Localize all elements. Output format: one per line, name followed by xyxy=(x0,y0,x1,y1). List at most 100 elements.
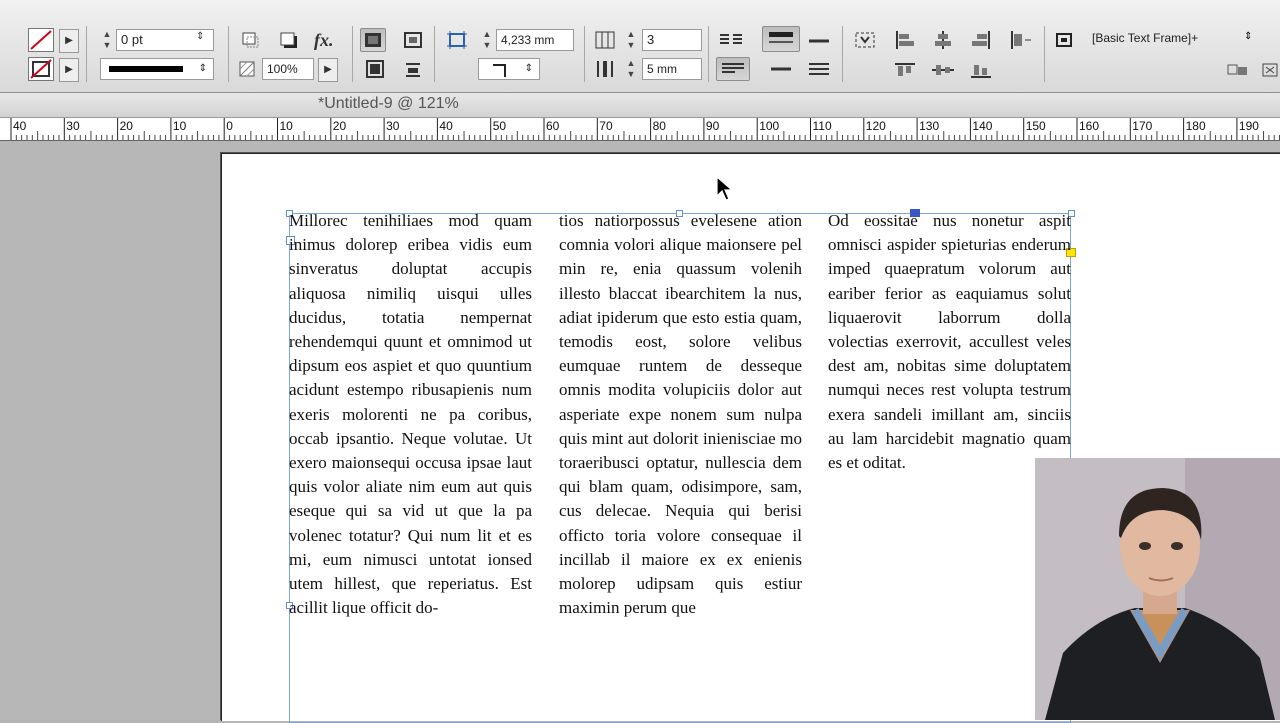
stroke-weight-stepper[interactable]: ▲ ▼ xyxy=(100,29,114,51)
ruler-label: 50 xyxy=(493,119,507,133)
column-gutter-field[interactable]: 5 mm xyxy=(642,58,702,80)
divider xyxy=(584,26,585,82)
ruler-label: 150 xyxy=(1026,119,1046,133)
align-bottom-edges-icon xyxy=(971,65,991,78)
corner-options-dropdown[interactable]: ⇕ xyxy=(478,58,540,80)
ruler-label: 40 xyxy=(13,119,27,133)
chevron-down-icon: ⇕ xyxy=(198,63,207,74)
distribute-button[interactable] xyxy=(1008,28,1034,52)
divider xyxy=(228,26,229,82)
columns-icon xyxy=(592,28,618,52)
object-style-dropdown[interactable]: [Basic Text Frame]+ ⇕ xyxy=(1084,28,1280,50)
balance-columns-button[interactable] xyxy=(718,28,744,52)
vertical-justify-justify-icon xyxy=(809,63,829,75)
shadow-icon xyxy=(280,32,297,48)
stroke-none-icon xyxy=(30,59,52,79)
object-style-value: [Basic Text Frame]+ xyxy=(1092,31,1199,45)
align-top-button[interactable] xyxy=(716,57,750,81)
text-frame-options-button[interactable] xyxy=(360,28,386,52)
clear-overrides-button[interactable] xyxy=(1226,60,1250,80)
align-middle-icon xyxy=(932,65,954,75)
align-left-edges-button[interactable] xyxy=(892,28,918,52)
ruler-label: 40 xyxy=(439,119,453,133)
ruler-label: 140 xyxy=(972,119,992,133)
align-right-icon xyxy=(972,31,990,49)
horizontal-ruler[interactable]: 40 30 20 10 0 10 20 30 40 50 60 70 80 90 100 110 120 130 1… xyxy=(0,118,1280,141)
control-panel: ▶ ▶ ▲▼ 0 pt ⇕ ⇕ fx. 100% ▶ ▲▼ 4,233 mm xyxy=(0,0,1280,93)
effects-button[interactable]: fx. xyxy=(314,30,334,51)
ruler-ticks: 40 30 20 10 0 10 20 30 40 50 60 70 80 90 100 110 120 130 1… xyxy=(10,118,1280,140)
select-content-button[interactable] xyxy=(852,28,878,52)
corner-icon xyxy=(493,64,506,77)
align-top-edges-button[interactable] xyxy=(892,58,918,82)
fill-menu-arrow[interactable]: ▶ xyxy=(59,29,79,53)
ruler-label: 10 xyxy=(173,119,187,133)
ruler-label: 60 xyxy=(546,119,560,133)
divider xyxy=(434,26,435,82)
divider xyxy=(708,26,709,82)
divider xyxy=(1044,26,1045,82)
align-bottom-edges-button[interactable] xyxy=(968,58,994,82)
panel-menu-icon xyxy=(1262,63,1278,77)
divider xyxy=(842,26,843,82)
ruler-label: 30 xyxy=(66,119,80,133)
text-column-2: tios natiorpossus evelesene ation comnia… xyxy=(559,211,802,618)
vertical-justify-bottom-button[interactable] xyxy=(768,57,794,81)
align-bottom-text-button[interactable] xyxy=(400,57,426,81)
align-left-icon xyxy=(896,31,914,49)
stroke-swatch-button[interactable] xyxy=(28,57,54,81)
vertical-justify-bottom-icon xyxy=(771,67,791,71)
inset-spacing-field[interactable]: 4,233 mm xyxy=(496,29,574,51)
opacity-icon xyxy=(234,57,260,81)
clear-overrides-icon xyxy=(1227,64,1247,75)
none-swatch-icon xyxy=(30,30,52,50)
opacity-menu-arrow[interactable]: ▶ xyxy=(318,58,338,82)
ruler-label: 100 xyxy=(759,119,779,133)
stroke-menu-arrow[interactable]: ▶ xyxy=(59,58,79,82)
align-top-edges-icon xyxy=(895,63,915,76)
ruler-label: 70 xyxy=(599,119,613,133)
drop-shadow-button[interactable] xyxy=(238,28,264,52)
shadow-button[interactable] xyxy=(276,28,302,52)
inset-stepper[interactable]: ▲ ▼ xyxy=(480,29,494,51)
opacity-field[interactable]: 100% xyxy=(262,58,314,80)
columns-field[interactable]: 3 xyxy=(642,29,702,51)
inset-spacing-icon xyxy=(444,28,470,52)
ruler-label: 20 xyxy=(120,119,134,133)
stroke-type-dropdown[interactable]: ⇕ xyxy=(100,58,214,80)
divider xyxy=(352,26,353,82)
columns-stepper[interactable]: ▲ ▼ xyxy=(624,29,638,51)
column-gutter-stepper[interactable]: ▲ ▼ xyxy=(624,58,638,80)
fill-swatch-button[interactable] xyxy=(28,28,54,52)
ruler-label: 190 xyxy=(1239,119,1259,133)
ruler-label: 120 xyxy=(866,119,886,133)
distribute-icon xyxy=(1011,31,1031,49)
ruler-label: 10 xyxy=(280,119,294,133)
stroke-weight-dropdown[interactable]: ⇕ xyxy=(196,31,204,42)
vertical-justify-center-button[interactable] xyxy=(806,28,832,52)
ruler-label: 130 xyxy=(919,119,939,133)
ruler-label: 160 xyxy=(1079,119,1099,133)
text-column-1: Millorec tenihiliaes mod quam inimus dol… xyxy=(289,211,532,618)
column-guide xyxy=(553,214,555,722)
document-tab-title[interactable]: *Untitled-9 @ 121% xyxy=(318,95,459,113)
panel-menu-button[interactable] xyxy=(1260,60,1280,80)
align-right-edges-button[interactable] xyxy=(968,28,994,52)
align-top-icon xyxy=(722,63,744,73)
presenter-video xyxy=(1035,458,1280,720)
vertical-justify-justify-button[interactable] xyxy=(806,57,832,81)
align-vertical-centers-button[interactable] xyxy=(930,58,956,82)
center-content-icon xyxy=(366,60,384,78)
fit-frame-icon xyxy=(404,32,422,48)
align-bottom-icon xyxy=(406,63,420,77)
ruler-label: 0 xyxy=(226,119,233,133)
center-content-button[interactable] xyxy=(362,57,388,81)
align-horizontal-centers-button[interactable] xyxy=(930,28,956,52)
vertical-justify-top-button[interactable] xyxy=(762,26,800,52)
drop-shadow-icon xyxy=(242,32,259,48)
select-container-icon xyxy=(855,32,875,48)
vertical-justify-center-icon xyxy=(809,39,829,43)
divider xyxy=(86,26,87,82)
fit-frame-button[interactable] xyxy=(400,28,426,52)
webcam-overlay xyxy=(1035,458,1280,720)
